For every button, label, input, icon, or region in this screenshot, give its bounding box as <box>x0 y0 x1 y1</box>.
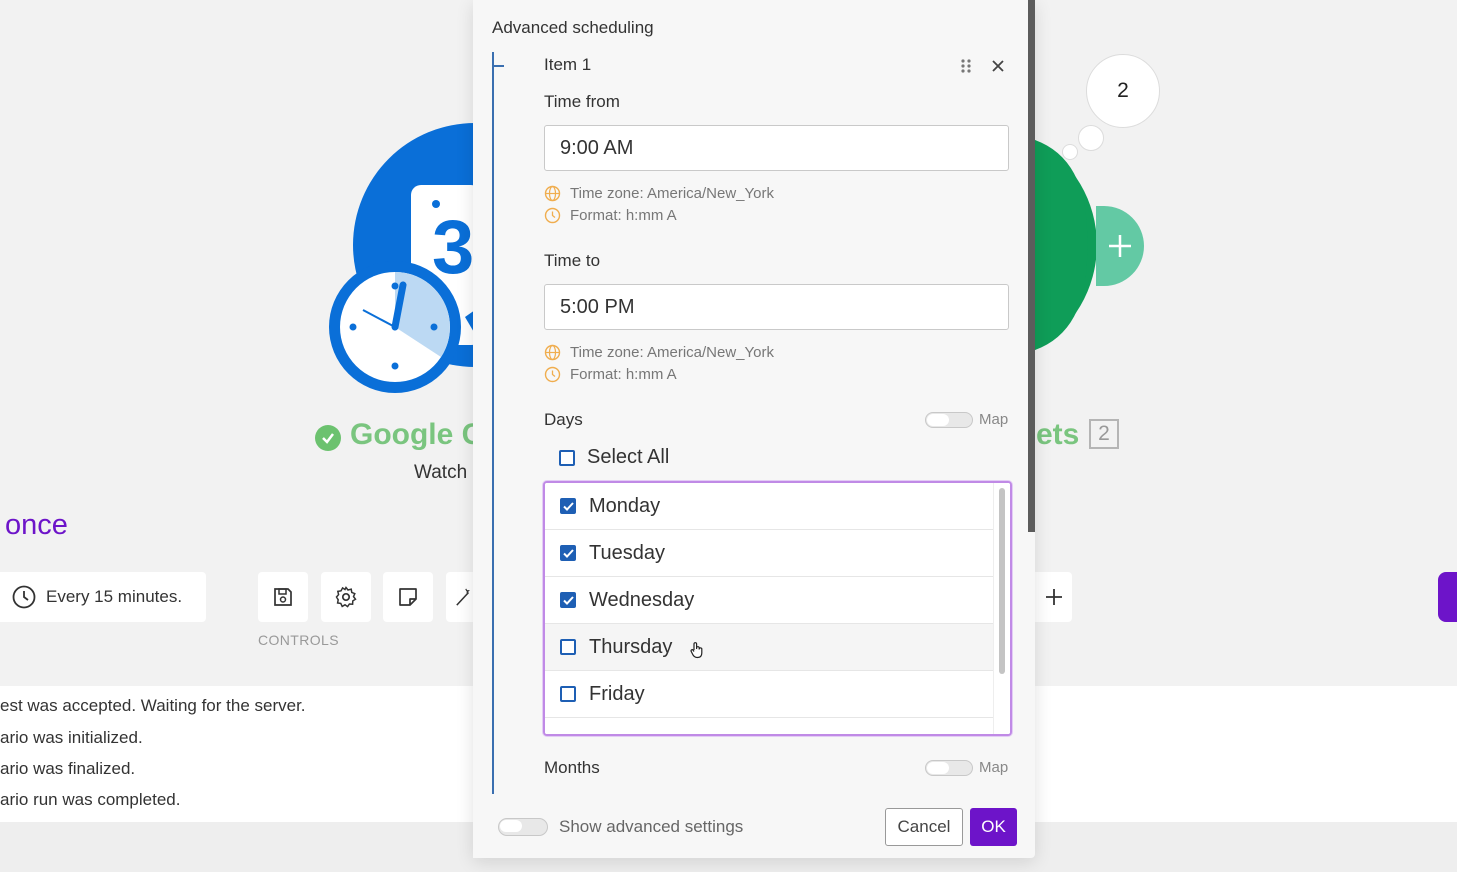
scenario-settings-button[interactable] <box>321 572 371 622</box>
gear-icon <box>335 586 357 608</box>
days-map-toggle[interactable]: Map <box>925 411 1008 428</box>
time-from-label: Time from <box>544 92 620 111</box>
checkbox[interactable] <box>560 545 576 561</box>
timezone-hint-text: Time zone: America/New_York <box>570 344 774 361</box>
days-label: Days <box>544 410 583 429</box>
time-from-timezone-hint: Time zone: America/New_York <box>544 185 774 202</box>
log-line: ario was initialized. <box>0 728 143 747</box>
item-title: Item 1 <box>544 55 592 74</box>
select-all-label: Select All <box>587 446 670 468</box>
months-label: Months <box>544 758 600 777</box>
operations-count-bubble[interactable]: 2 <box>1086 54 1160 128</box>
right-module-badge: 2 <box>1089 419 1119 449</box>
checkmark-icon <box>562 548 574 558</box>
advanced-scheduling-dialog: Advanced scheduling Item 1 Time from 9:0… <box>473 0 1035 858</box>
globe-icon <box>544 344 561 361</box>
checkbox[interactable] <box>560 686 576 702</box>
plus-icon <box>1109 235 1131 257</box>
note-icon <box>399 588 417 606</box>
clock-icon <box>12 585 36 609</box>
day-option[interactable]: Tuesday <box>545 530 996 577</box>
right-module-name[interactable]: ets <box>1036 418 1079 452</box>
clock-icon <box>544 207 561 224</box>
save-icon <box>274 588 292 606</box>
toggle-switch[interactable] <box>925 759 973 776</box>
map-label: Map <box>979 759 1009 776</box>
day-option[interactable]: Friday <box>545 671 996 718</box>
map-label: Map <box>979 411 1009 428</box>
time-to-timezone-hint: Time zone: America/New_York <box>544 344 774 361</box>
timezone-hint-text: Time zone: America/New_York <box>570 185 774 202</box>
time-from-input[interactable]: 9:00 AM <box>544 125 1009 171</box>
purple-side-tab[interactable] <box>1438 572 1457 622</box>
plus-icon <box>1045 589 1062 605</box>
globe-icon <box>544 185 561 202</box>
collapse-item-button[interactable] <box>494 65 504 67</box>
time-to-format-hint: Format: h:mm A <box>544 366 677 383</box>
format-hint-text: Format: h:mm A <box>570 366 677 383</box>
toggle-switch[interactable] <box>925 411 973 428</box>
drag-handle-icon[interactable] <box>959 58 973 74</box>
schedule-button[interactable]: Every 15 minutes. <box>0 572 206 622</box>
select-all-checkbox[interactable]: Select All <box>559 446 669 469</box>
bubble-dot-small <box>1062 144 1078 160</box>
left-module-subtitle: Watch <box>414 462 468 483</box>
dialog-scrollbar[interactable] <box>1028 0 1035 532</box>
item-tree-line <box>492 52 494 794</box>
cancel-button[interactable]: Cancel <box>885 808 963 846</box>
list-scrollbar-thumb[interactable] <box>999 488 1005 674</box>
months-map-toggle[interactable]: Map <box>925 759 1008 776</box>
bubble-dot-large <box>1078 125 1104 151</box>
day-label: Wednesday <box>589 588 695 611</box>
advanced-settings-toggle[interactable]: Show advanced settings <box>498 817 743 837</box>
auto-align-button[interactable] <box>446 572 473 622</box>
log-line: ario run was completed. <box>0 790 181 809</box>
add-button[interactable] <box>1035 572 1072 622</box>
time-from-format-hint: Format: h:mm A <box>544 207 677 224</box>
checkmark-icon <box>562 501 574 511</box>
day-option[interactable]: Monday <box>545 483 996 530</box>
toggle-switch[interactable] <box>498 818 548 836</box>
format-hint-text: Format: h:mm A <box>570 207 677 224</box>
day-option-partial[interactable] <box>545 718 996 734</box>
days-listbox[interactable]: Monday Tuesday Wednesday Thursday Friday <box>543 481 1012 736</box>
close-icon[interactable] <box>991 59 1005 73</box>
notes-button[interactable] <box>383 572 433 622</box>
controls-section-label: CONTROLS <box>258 632 339 648</box>
day-label: Tuesday <box>589 541 665 564</box>
save-button[interactable] <box>258 572 308 622</box>
time-to-label: Time to <box>544 251 601 270</box>
checkmark-icon <box>562 595 574 605</box>
ok-button[interactable]: OK <box>970 808 1017 846</box>
list-scrollbar[interactable] <box>993 483 1010 734</box>
schedule-label: Every 15 minutes. <box>46 587 183 606</box>
advanced-settings-label: Show advanced settings <box>559 817 744 836</box>
magic-wand-icon <box>456 588 470 606</box>
clock-icon <box>544 366 561 383</box>
left-module-status-icon <box>315 425 341 451</box>
day-option[interactable]: Thursday <box>545 624 996 671</box>
checkbox[interactable] <box>560 592 576 608</box>
dialog-title: Advanced scheduling <box>492 18 654 37</box>
log-line: est was accepted. Waiting for the server… <box>0 696 306 715</box>
day-label: Friday <box>589 682 645 705</box>
checkbox[interactable] <box>560 498 576 514</box>
checkbox[interactable] <box>559 449 575 466</box>
run-once-label[interactable]: once <box>5 509 68 542</box>
left-module-name[interactable]: Google C <box>350 418 473 452</box>
time-to-input[interactable]: 5:00 PM <box>544 284 1009 330</box>
day-label: Monday <box>589 494 661 517</box>
hand-cursor-icon <box>690 642 703 659</box>
day-option[interactable]: Wednesday <box>545 577 996 624</box>
checkbox[interactable] <box>560 639 576 655</box>
day-label: Thursday <box>589 635 673 658</box>
log-line: ario was finalized. <box>0 759 136 778</box>
calendar-digit: 3 <box>432 205 475 290</box>
sheets-module-shape <box>1035 140 1088 350</box>
